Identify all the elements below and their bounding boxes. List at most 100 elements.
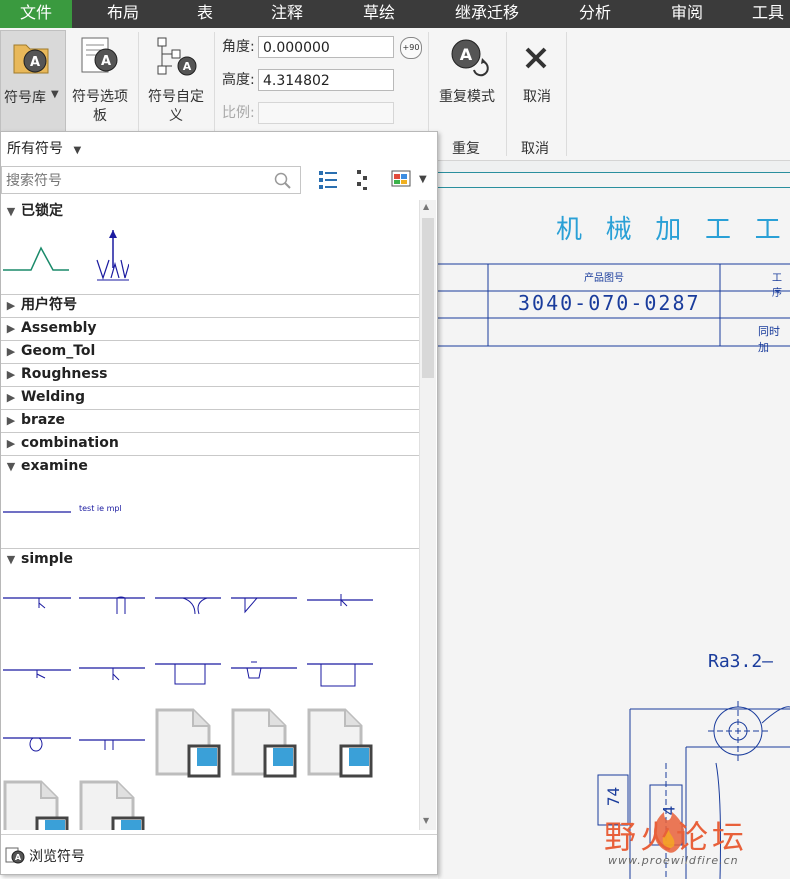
symbol-simple-4[interactable]	[231, 592, 297, 618]
custom-symbol-label-2: 义	[169, 108, 183, 124]
svg-text:A: A	[30, 55, 40, 70]
menu-sketch[interactable]: 草绘	[348, 0, 410, 28]
close-icon	[525, 47, 547, 69]
custom-symbol-button[interactable]: A 符号自定 义	[142, 30, 210, 130]
symbol-search-input[interactable]	[4, 169, 268, 193]
angle-input[interactable]: 0.000000	[258, 36, 394, 58]
scroll-up-icon[interactable]: ▲	[423, 202, 429, 211]
collapsed-icon: ▶	[6, 391, 16, 404]
browse-symbols-label: 浏览符号	[29, 849, 85, 865]
custom-symbol-label-1: 符号自定	[148, 89, 204, 105]
symbol-library-icon: A	[13, 44, 49, 74]
category-assembly[interactable]: ▶ Assembly	[1, 317, 419, 338]
symbol-simple-2[interactable]	[79, 592, 145, 618]
symbol-simple-15-file-icon[interactable]	[305, 708, 375, 778]
symbol-examine-2[interactable]: test ie mpl	[79, 504, 149, 518]
chevron-down-icon[interactable]: ▼	[419, 174, 427, 185]
group-cancel-title: 取消	[521, 141, 549, 157]
symbol-library-label: 符号库	[4, 90, 46, 106]
collapsed-icon: ▶	[6, 414, 16, 427]
collapsed-icon: ▶	[6, 368, 16, 381]
process-label: 工序	[772, 273, 782, 299]
expanded-icon: ▼	[6, 553, 16, 566]
menu-analysis[interactable]: 分析	[564, 0, 626, 28]
scroll-down-icon[interactable]: ▼	[423, 816, 429, 825]
category-simple[interactable]: ▼ simple	[1, 548, 419, 569]
sheet-border-line	[438, 187, 790, 188]
symbol-examine-1[interactable]	[3, 506, 71, 516]
cancel-label: 取消	[523, 89, 551, 105]
menu-annotate[interactable]: 注释	[256, 0, 318, 28]
custom-symbol-icon: A	[157, 37, 197, 76]
symbol-simple-13-file-icon[interactable]	[153, 708, 223, 778]
category-user-symbols[interactable]: ▶ 用户符号	[1, 294, 419, 315]
symbol-simple-17-file-icon[interactable]	[77, 780, 147, 830]
symbol-library-panel: 所有符号 ▼ ▼ ▼已锁定 ▶用户符号 ▶Assembly ▶Geom_Tol	[0, 131, 438, 875]
roughness-label: Ra3.2—	[708, 651, 774, 672]
height-input[interactable]: 4.314802	[258, 69, 394, 91]
svg-text:A: A	[101, 54, 111, 69]
chevron-down-icon: ▼	[51, 89, 59, 100]
symbol-examine-text: test ie mpl	[79, 504, 122, 513]
symbol-simple-8[interactable]	[155, 658, 221, 686]
collapsed-icon: ▶	[6, 299, 16, 312]
symbol-simple-9[interactable]	[231, 658, 297, 686]
menu-file[interactable]: 文件	[0, 0, 72, 28]
symbol-locked-2[interactable]	[95, 228, 129, 284]
dimension-74: 74	[604, 786, 624, 807]
symbol-simple-7[interactable]	[79, 658, 145, 682]
thumbnail-view-icon[interactable]	[391, 170, 411, 188]
ribbon-separator	[506, 32, 507, 156]
category-welding[interactable]: ▶ Welding	[1, 386, 419, 407]
scrollbar-thumb[interactable]	[422, 218, 434, 378]
category-locked[interactable]: ▼ 已锁定	[1, 201, 419, 221]
symbol-palette-icon: A	[81, 37, 118, 73]
symbol-palette-button[interactable]: A 符号选项 板	[66, 30, 134, 130]
category-geom-tol[interactable]: ▶ Geom_Tol	[1, 340, 419, 361]
symbol-simple-12[interactable]	[79, 732, 145, 754]
category-braze[interactable]: ▶ braze	[1, 409, 419, 430]
symbol-simple-16-file-icon[interactable]	[1, 780, 71, 830]
menu-review[interactable]: 审阅	[656, 0, 718, 28]
symbol-palette-label-1: 符号选项	[72, 89, 128, 105]
symbol-library-button[interactable]: A 符号库 ▼	[0, 30, 66, 132]
symbol-locked-1[interactable]	[3, 242, 69, 274]
symbol-simple-5[interactable]	[307, 592, 373, 612]
angle-label: 角度:	[222, 39, 255, 55]
cancel-button[interactable]: 取消	[510, 30, 564, 130]
repeat-mode-button[interactable]: A 重复模式	[432, 30, 502, 130]
collapsed-icon: ▶	[6, 322, 16, 335]
list-view-icon[interactable]	[317, 168, 339, 190]
collapsed-icon: ▶	[6, 437, 16, 450]
chevron-down-icon: ▼	[73, 145, 82, 156]
symbol-simple-14-file-icon[interactable]	[229, 708, 299, 778]
watermark-text: 野火论坛	[604, 818, 749, 856]
symbol-simple-3[interactable]	[155, 592, 221, 618]
category-roughness[interactable]: ▶ Roughness	[1, 363, 419, 384]
rotate-90-button[interactable]: +90	[400, 37, 422, 59]
menu-legacy-migration[interactable]: 继承迁移	[444, 0, 530, 28]
symbol-simple-11[interactable]	[3, 732, 71, 756]
symbol-simple-10[interactable]	[307, 658, 373, 688]
scale-input[interactable]	[258, 102, 394, 124]
panel-scrollbar[interactable]: ▲ ▼	[419, 200, 436, 830]
drawing-sheet[interactable]: 机 械 加 工 工 产品图号 工序 3040-070-0287 同时加 Ra3.…	[438, 172, 790, 879]
menu-table[interactable]: 表	[184, 0, 226, 28]
forum-watermark: 野火论坛 www.proewildfire.cn	[604, 812, 774, 874]
symbol-filter-label: 所有符号	[7, 141, 63, 157]
menu-layout[interactable]: 布局	[92, 0, 154, 28]
scale-label: 比例:	[222, 105, 255, 121]
tree-view-icon[interactable]	[353, 168, 375, 190]
category-combination[interactable]: ▶ combination	[1, 432, 419, 453]
search-icon[interactable]	[274, 172, 292, 190]
symbol-filter-dropdown[interactable]: 所有符号 ▼	[7, 138, 81, 158]
symbol-simple-1[interactable]	[3, 592, 71, 612]
menu-tools[interactable]: 工具	[752, 0, 790, 28]
svg-text:A: A	[460, 45, 473, 64]
height-label: 高度:	[222, 72, 255, 88]
repeat-mode-label: 重复模式	[439, 89, 495, 105]
repeat-mode-icon: A	[451, 39, 489, 77]
symbol-search-box[interactable]	[1, 166, 301, 194]
category-examine[interactable]: ▼ examine	[1, 455, 419, 476]
symbol-simple-6[interactable]	[3, 658, 71, 680]
